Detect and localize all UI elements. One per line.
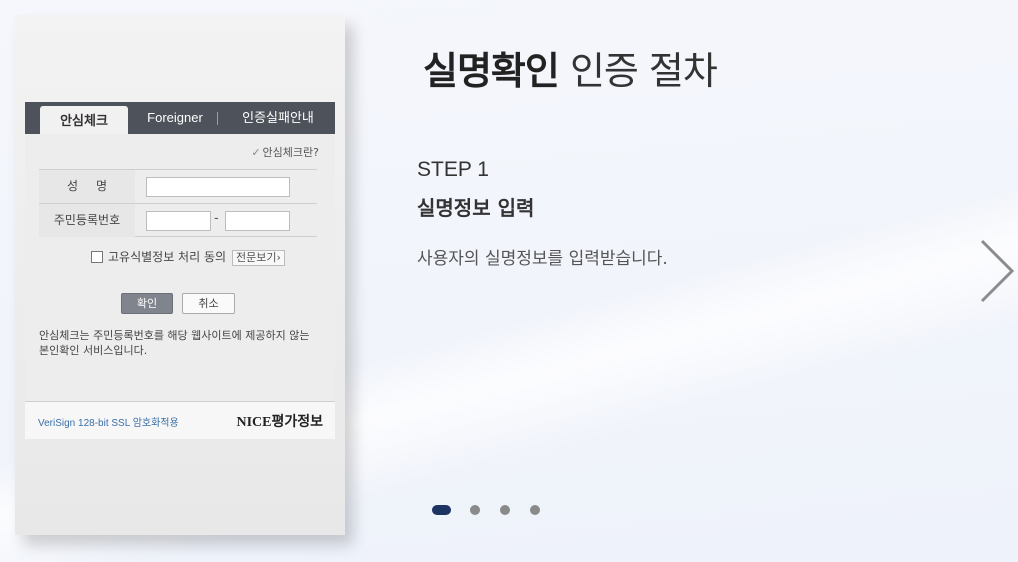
pagination-dot-4[interactable] [530, 505, 540, 515]
next-slide-button[interactable] [970, 236, 1018, 306]
identity-check-form: 안심체크 Foreigner 인증실패안내 ✓ 안심체크란? 성명 주민등록번호 … [25, 102, 335, 439]
form-footer: VeriSign 128-bit SSL 암호화적용 NICE평가정보 [25, 402, 335, 439]
page-title: 실명확인 인증 절차 [423, 40, 718, 95]
page-title-light: 인증 절차 [569, 49, 718, 93]
tab-safe-check[interactable]: 안심체크 [40, 106, 128, 134]
step-number: STEP 1 [417, 158, 489, 181]
nice-logo: NICE평가정보 [236, 415, 323, 430]
chevron-right-icon [980, 239, 1015, 303]
view-full-text-button[interactable]: 전문보기› [232, 250, 285, 266]
what-is-link[interactable]: ✓ 안심체크란? [251, 144, 319, 160]
tab-auth-failure-guide[interactable]: 인증실패안내 [223, 102, 333, 134]
what-is-label: 안심체크란? [262, 146, 319, 159]
rrn-front-input[interactable] [146, 211, 211, 231]
consent-checkbox[interactable] [91, 251, 103, 263]
tab-foreigner[interactable]: Foreigner [135, 102, 215, 134]
name-row: 성명 [39, 169, 317, 203]
check-icon: ✓ [251, 146, 261, 159]
pagination-dot-1[interactable] [432, 505, 451, 515]
rrn-label: 주민등록번호 [39, 204, 135, 237]
pagination-dot-3[interactable] [500, 505, 510, 515]
consent-label: 고유식별정보 처리 동의 [108, 250, 227, 264]
chevron-right-icon: › [276, 251, 281, 264]
service-description: 안심체크는 주민등록번호를 해당 웹사이트에 제공하지 않는 본인확인 서비스입… [39, 329, 310, 357]
rrn-back-input[interactable] [225, 211, 290, 231]
cancel-button[interactable]: 취소 [182, 293, 235, 314]
form-preview: 안심체크 Foreigner 인증실패안내 ✓ 안심체크란? 성명 주민등록번호 … [15, 15, 345, 535]
view-full-text-label: 전문보기 [236, 251, 277, 264]
step-description: 사용자의 실명정보를 입력받습니다. [417, 249, 668, 269]
form-tabs: 안심체크 Foreigner 인증실패안내 [25, 102, 335, 134]
consent-row: 고유식별정보 처리 동의 전문보기› [91, 249, 285, 266]
rrn-dash: - [214, 211, 219, 226]
pagination-dot-2[interactable] [470, 505, 480, 515]
page-title-bold: 실명확인 [423, 49, 560, 93]
ssl-notice: VeriSign 128-bit SSL 암호화적용 [38, 418, 179, 429]
name-label: 성명 [39, 170, 135, 203]
confirm-button[interactable]: 확인 [121, 293, 173, 314]
step-title: 실명정보 입력 [417, 196, 535, 220]
rrn-row: 주민등록번호 - [39, 203, 317, 237]
tab-divider [217, 112, 218, 125]
name-input[interactable] [146, 177, 290, 197]
